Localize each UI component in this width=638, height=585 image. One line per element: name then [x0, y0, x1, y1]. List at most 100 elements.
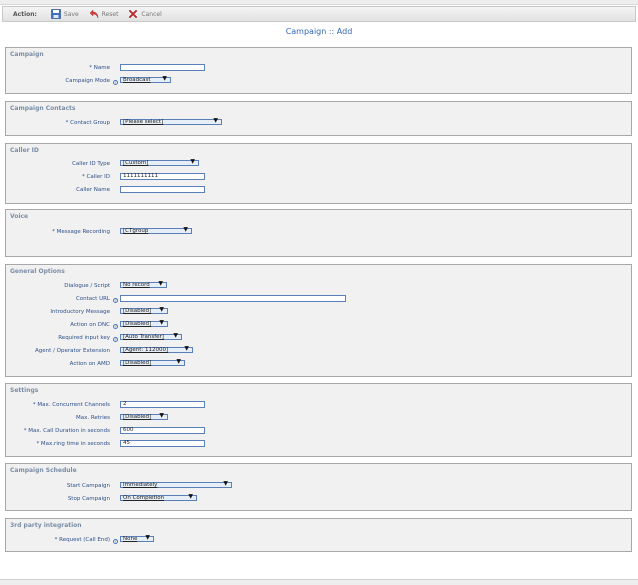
caller-id-label: * Caller ID: [81, 174, 110, 180]
dropdown-arrow-icon: ▼: [223, 480, 228, 487]
max-retries-select[interactable]: [Disabled] ▼: [120, 412, 168, 420]
settings-section: Settings * Max. Concurrent Channels 2 Ma…: [5, 383, 632, 457]
page-title: Campaign :: Add: [285, 27, 353, 36]
caller-name-row: Caller Name: [6, 186, 631, 196]
max-call-duration-row: * Max. Call Duration in seconds 600: [6, 427, 631, 437]
max-channels-row: * Max. Concurrent Channels 2: [6, 401, 631, 411]
max-call-duration-label: * Max. Call Duration in seconds: [23, 428, 110, 434]
reset-button[interactable]: Reset: [89, 9, 119, 19]
help-icon[interactable]: ?: [113, 298, 118, 303]
caller-id-type-select[interactable]: [Custom] ▼: [120, 158, 199, 166]
contact-group-row: * Contact Group [Please select] ▼: [6, 117, 631, 129]
introductory-message-row: Introductory Message [Disabled] ▼: [6, 306, 631, 318]
contact-url-row: Contact URL ?: [6, 295, 631, 305]
dropdown-arrow-icon: ▼: [184, 345, 189, 352]
message-recording-label: * Message Recording: [52, 229, 110, 235]
reset-label: Reset: [101, 10, 119, 18]
action-on-dnc-select[interactable]: [Disabled] ▼: [120, 319, 168, 327]
required-input-key-select[interactable]: [Auto Transfer] ▼: [120, 333, 182, 340]
name-input[interactable]: [120, 64, 205, 71]
caller-id-input[interactable]: 1111111111: [120, 173, 205, 180]
floppy-disk-icon: [51, 9, 61, 19]
dropdown-arrow-icon: ▼: [158, 280, 163, 287]
max-ring-time-label: * Max.ring time in seconds: [36, 441, 110, 447]
dialogue-script-select[interactable]: No record ▼: [120, 280, 167, 288]
dropdown-arrow-icon: ▼: [159, 306, 164, 313]
cancel-button[interactable]: Cancel: [128, 9, 162, 19]
message-recording-row: * Message Recording [CTgroup ▼: [6, 227, 631, 238]
section-title: 3rd party integration: [10, 522, 82, 529]
agent-extension-label: Agent / Operator Extension: [35, 348, 110, 354]
cancel-x-icon: [129, 9, 138, 19]
cancel-label: Cancel: [141, 10, 162, 18]
dropdown-arrow-icon: ▼: [159, 319, 164, 326]
required-input-key-label: Required input key: [58, 335, 110, 341]
section-title: Campaign Contacts: [10, 105, 76, 112]
max-call-duration-input[interactable]: 600: [120, 427, 205, 434]
dropdown-arrow-icon: ▼: [159, 412, 164, 419]
agent-extension-value: [Agent: 112000]: [123, 347, 169, 353]
stop-campaign-select[interactable]: On Completion ▼: [120, 494, 197, 501]
start-campaign-select[interactable]: Immediately ▼: [120, 480, 232, 488]
dropdown-arrow-icon: ▼: [145, 534, 150, 541]
agent-extension-select[interactable]: [Agent: 112000] ▼: [120, 345, 193, 353]
caller-id-type-value: [Custom]: [123, 160, 149, 166]
voice-section: Voice * Message Recording [CTgroup ▼: [5, 209, 632, 257]
required-input-key-value: [Auto Transfer]: [123, 334, 164, 340]
stop-campaign-row: Stop Campaign On Completion ▼: [6, 494, 631, 505]
stop-campaign-label: Stop Campaign: [67, 496, 110, 502]
campaign-mode-select[interactable]: Broadcast ▼: [120, 75, 171, 83]
max-ring-time-input[interactable]: 45: [120, 440, 205, 447]
max-retries-row: Max. Retries [Disabled] ▼: [6, 412, 631, 424]
caller-name-input[interactable]: [120, 186, 205, 193]
save-button[interactable]: Save: [51, 9, 79, 19]
caller-id-row: * Caller ID 1111111111: [6, 173, 631, 183]
introductory-message-value: [Disabled]: [123, 308, 152, 314]
bottom-bar: [0, 579, 638, 585]
undo-arrow-icon: [89, 9, 98, 19]
agent-extension-row: Agent / Operator Extension [Agent: 11200…: [6, 345, 631, 357]
request-call-end-label: * Request (Call End): [54, 537, 110, 543]
save-label: Save: [63, 10, 79, 18]
caller-name-label: Caller Name: [76, 187, 110, 193]
contact-url-label: Contact URL: [75, 296, 110, 302]
dialogue-script-label: Dialogue / Script: [64, 283, 110, 289]
dropdown-arrow-icon: ▼: [162, 75, 167, 82]
start-campaign-row: Start Campaign Immediately ▼: [6, 480, 631, 492]
help-icon[interactable]: ?: [113, 324, 118, 329]
request-call-end-value: None: [123, 536, 138, 542]
top-bar: [0, 0, 638, 5]
dropdown-arrow-icon: ▼: [190, 158, 195, 165]
campaign-schedule-section: Campaign Schedule Start Campaign Immedia…: [5, 463, 632, 511]
request-call-end-select[interactable]: None ▼: [120, 534, 154, 542]
dropdown-arrow-icon: ▼: [213, 117, 218, 124]
contact-group-label: * Contact Group: [65, 120, 110, 126]
help-icon[interactable]: ?: [113, 539, 118, 544]
section-title: Voice: [10, 213, 29, 220]
introductory-message-select[interactable]: [Disabled] ▼: [120, 306, 168, 314]
message-recording-value: [CTgroup: [123, 228, 149, 234]
dropdown-arrow-icon: ▼: [176, 358, 181, 365]
action-on-amd-select[interactable]: [Disabled] ▼: [120, 358, 185, 366]
max-channels-input[interactable]: 2: [120, 401, 205, 408]
action-label: Action:: [13, 10, 37, 18]
campaign-contacts-section: Campaign Contacts * Contact Group [Pleas…: [5, 101, 632, 136]
action-toolbar: Action: Save Reset Cancel: [2, 6, 636, 22]
message-recording-select[interactable]: [CTgroup ▼: [120, 227, 192, 234]
caller-id-type-row: Caller ID Type [Custom] ▼: [6, 158, 631, 170]
max-channels-label: * Max. Concurrent Channels: [32, 402, 110, 408]
help-icon[interactable]: ?: [113, 337, 118, 342]
section-title: Campaign Schedule: [10, 467, 77, 474]
max-retries-label: Max. Retries: [75, 415, 110, 421]
section-title: General Options: [10, 268, 65, 275]
help-icon[interactable]: ?: [113, 80, 118, 85]
campaign-section: Campaign * Name Campaign Mode ? Broadcas…: [5, 47, 632, 94]
action-on-amd-value: [Disabled]: [123, 360, 152, 366]
caller-id-type-label: Caller ID Type: [72, 161, 110, 167]
campaign-mode-label: Campaign Mode: [65, 78, 110, 84]
name-label: * Name: [89, 65, 110, 71]
general-options-section: General Options Dialogue / Script No rec…: [5, 264, 632, 377]
contact-url-input[interactable]: [120, 295, 346, 302]
name-row: * Name: [6, 64, 631, 74]
contact-group-select[interactable]: [Please select] ▼: [120, 117, 222, 125]
